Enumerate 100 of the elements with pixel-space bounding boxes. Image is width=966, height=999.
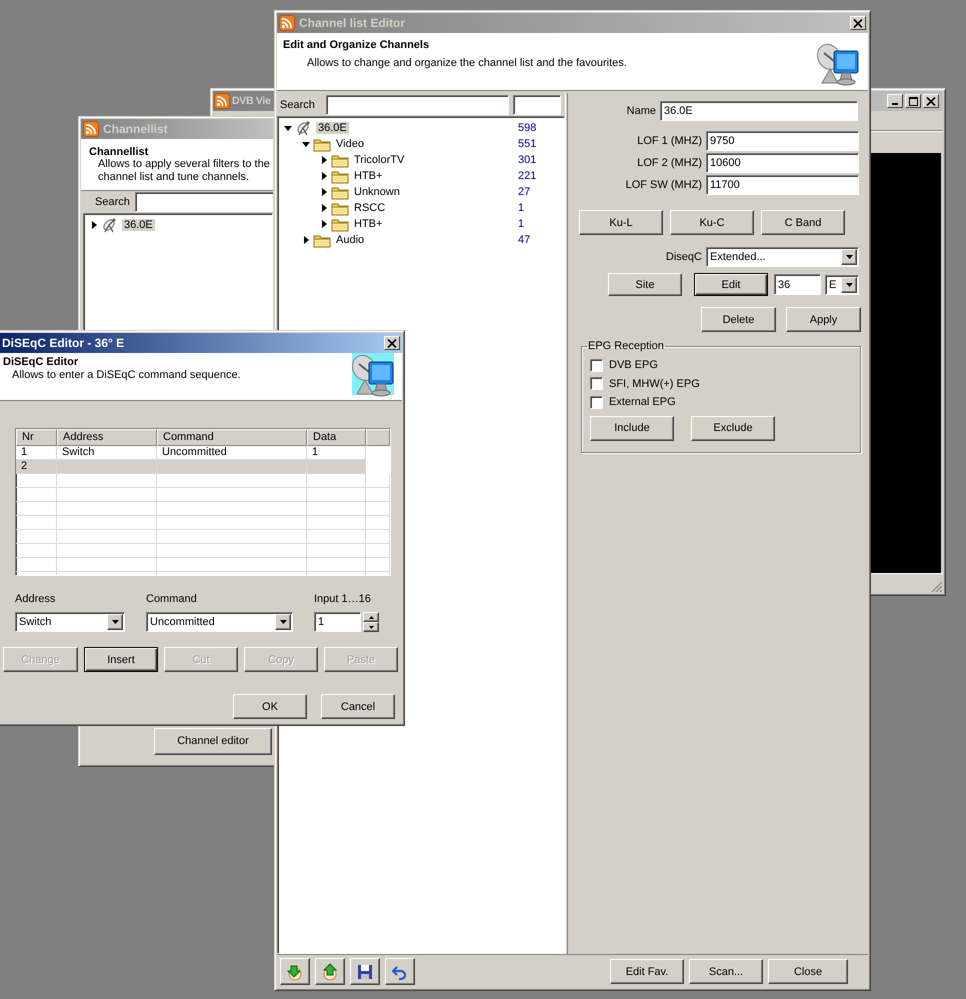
lof-field[interactable]: 11700: [706, 175, 859, 195]
item-count: 1: [518, 218, 524, 230]
c-band-button[interactable]: C Band: [761, 210, 845, 235]
tree-expander-icon[interactable]: [320, 220, 328, 228]
field-label: Name: [626, 105, 656, 117]
reload-button[interactable]: [280, 958, 310, 985]
ku-l-button[interactable]: Ku-L: [579, 210, 663, 235]
column-header: Data: [307, 429, 366, 446]
filter-field[interactable]: [513, 94, 561, 114]
item-count: 598: [518, 122, 536, 134]
edit-fav-button[interactable]: Edit Fav.: [610, 959, 684, 984]
folder-icon: [313, 232, 331, 248]
tree-item[interactable]: Audio: [334, 234, 366, 246]
spin-buttons[interactable]: [363, 612, 379, 632]
name-field[interactable]: 36.0E: [660, 101, 858, 121]
table-cell: 1: [16, 446, 57, 459]
reload-arrow-icon: [286, 962, 304, 980]
window-title: Channellist: [103, 122, 168, 136]
window-title: DVB Vie: [232, 95, 271, 107]
cancel-button[interactable]: Cancel: [321, 694, 395, 719]
tree-item[interactable]: 36.0E: [122, 219, 155, 231]
app-icon: [83, 121, 99, 137]
apply-button[interactable]: Apply: [786, 307, 861, 332]
site-button[interactable]: Site: [608, 273, 682, 296]
lof-field[interactable]: 10600: [706, 153, 859, 173]
close-icon: [926, 96, 936, 106]
save-button[interactable]: [350, 958, 380, 985]
tree-item[interactable]: TricolorTV: [352, 154, 406, 166]
search-label: Search: [279, 98, 316, 110]
checkbox[interactable]: [590, 377, 603, 390]
edit-button[interactable]: Edit: [694, 273, 768, 296]
app-icon: [279, 15, 295, 31]
insert-button[interactable]: Insert: [84, 647, 158, 672]
table-cell: 1: [307, 446, 366, 459]
item-count: 47: [518, 234, 530, 246]
field-label: LOF 1 (MHZ): [636, 135, 702, 147]
field-label: DiseqC: [664, 251, 702, 263]
table-cell: Uncommitted: [157, 446, 307, 459]
tree-item[interactable]: Video: [334, 138, 366, 150]
checkbox[interactable]: [590, 358, 603, 372]
undo-button[interactable]: [385, 958, 415, 985]
item-count: 221: [518, 170, 536, 182]
lof-field[interactable]: 9750: [706, 131, 859, 151]
search-field[interactable]: [134, 192, 273, 212]
tree-item[interactable]: HTB+: [352, 218, 384, 230]
degrees-field[interactable]: 36: [774, 274, 821, 295]
tree-expander-icon[interactable]: [320, 188, 328, 196]
delete-button[interactable]: Delete: [701, 307, 776, 332]
tree-expander-icon[interactable]: [320, 172, 328, 180]
tree-expander-icon[interactable]: [90, 221, 98, 229]
window-title: Channel list Editor: [299, 16, 406, 30]
folder-icon: [331, 184, 349, 200]
tree-item[interactable]: Unknown: [352, 186, 402, 198]
search-field[interactable]: [326, 94, 509, 114]
tree-expander-icon[interactable]: [284, 124, 292, 132]
close-button[interactable]: [850, 16, 866, 30]
address-select[interactable]: Switch: [15, 612, 125, 632]
exclude-button[interactable]: Exclude: [691, 416, 775, 440]
dialog-description: Allows to apply several filters to the channel list and tune channels.: [98, 158, 271, 184]
folder-icon: [331, 200, 349, 216]
folder-icon: [331, 168, 349, 184]
diseqc-select[interactable]: Extended...: [706, 247, 859, 267]
resize-grip-icon: [931, 581, 943, 593]
ok-button[interactable]: OK: [233, 694, 307, 719]
down-arrow-icon: [368, 626, 374, 628]
item-count: 1: [518, 202, 524, 214]
close-button[interactable]: Close: [768, 959, 848, 984]
tree-expander-icon[interactable]: [302, 236, 310, 244]
close-button[interactable]: [923, 94, 939, 108]
group-title: EPG Reception: [587, 340, 665, 352]
scan-button[interactable]: Scan...: [689, 959, 763, 984]
maximize-button[interactable]: [905, 94, 921, 108]
field-label: Input 1…16: [314, 593, 372, 605]
tree-expander-icon[interactable]: [302, 140, 310, 148]
direction-select[interactable]: E: [825, 274, 859, 294]
tree-expander-icon[interactable]: [320, 204, 328, 212]
minimize-button[interactable]: [887, 94, 903, 108]
include-button[interactable]: Include: [590, 416, 674, 440]
export-button[interactable]: [315, 958, 345, 985]
close-button[interactable]: [384, 336, 400, 350]
item-count: 551: [518, 138, 536, 150]
window-title: DiSEqC Editor - 36° E: [2, 336, 124, 350]
tree-item[interactable]: HTB+: [352, 170, 384, 182]
checkbox-label: External EPG: [609, 396, 676, 408]
tree-expander-icon[interactable]: [320, 156, 328, 164]
dialog-description: Allows to enter a DiSEqC command sequence.: [12, 369, 242, 381]
field-label: Address: [15, 593, 56, 605]
channel-editor-button[interactable]: Channel editor: [154, 728, 272, 754]
tree-item[interactable]: RSCC: [352, 202, 388, 214]
input-field[interactable]: 1: [314, 612, 361, 632]
ku-c-button[interactable]: Ku-C: [670, 210, 754, 235]
table-cell: Switch: [57, 446, 157, 459]
dropdown-arrow-icon: [846, 282, 852, 286]
dropdown-arrow-icon: [112, 620, 118, 624]
tree-item[interactable]: 36.0E: [316, 122, 349, 134]
checkbox[interactable]: [590, 396, 603, 409]
close-icon: [853, 18, 863, 28]
checkbox-label: DVB EPG: [609, 359, 658, 372]
column-header: Command: [157, 429, 307, 446]
command-select[interactable]: Uncommitted: [146, 612, 293, 632]
